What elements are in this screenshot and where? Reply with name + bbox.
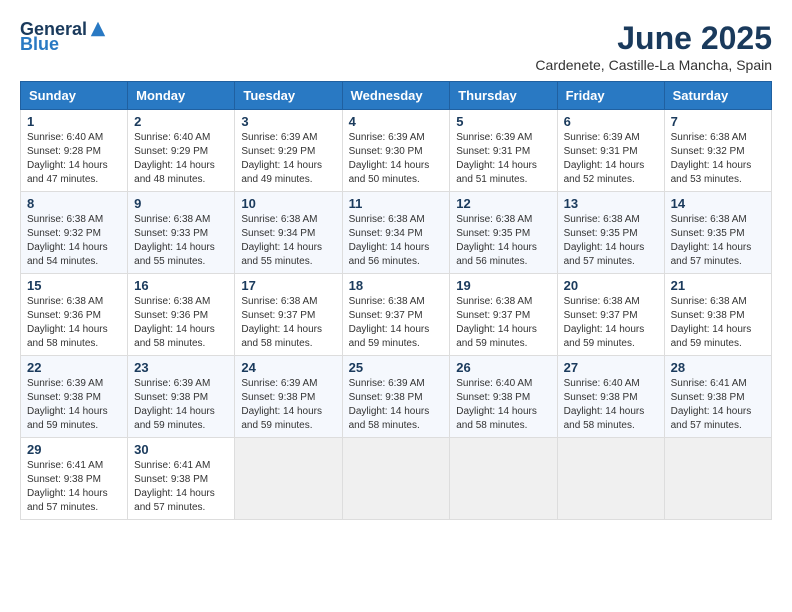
page-container: General Blue June 2025 Cardenete, Castil… [20,20,772,520]
title-section: June 2025 Cardenete, Castille-La Mancha,… [535,20,772,73]
calendar-header-row: SundayMondayTuesdayWednesdayThursdayFrid… [21,82,772,110]
calendar-day-29: 29Sunrise: 6:41 AM Sunset: 9:38 PM Dayli… [21,438,128,520]
calendar-day-8: 8Sunrise: 6:38 AM Sunset: 9:32 PM Daylig… [21,192,128,274]
calendar-day-13: 13Sunrise: 6:38 AM Sunset: 9:35 PM Dayli… [557,192,664,274]
calendar-day-16: 16Sunrise: 6:38 AM Sunset: 9:36 PM Dayli… [128,274,235,356]
calendar-day-empty [450,438,557,520]
logo: General Blue [20,20,107,55]
calendar-day-20: 20Sunrise: 6:38 AM Sunset: 9:37 PM Dayli… [557,274,664,356]
calendar-day-18: 18Sunrise: 6:38 AM Sunset: 9:37 PM Dayli… [342,274,450,356]
calendar-week-row: 8Sunrise: 6:38 AM Sunset: 9:32 PM Daylig… [21,192,772,274]
calendar-day-empty [342,438,450,520]
calendar-header-saturday: Saturday [664,82,771,110]
calendar-day-28: 28Sunrise: 6:41 AM Sunset: 9:38 PM Dayli… [664,356,771,438]
calendar-day-30: 30Sunrise: 6:41 AM Sunset: 9:38 PM Dayli… [128,438,235,520]
calendar-day-25: 25Sunrise: 6:39 AM Sunset: 9:38 PM Dayli… [342,356,450,438]
calendar-header-monday: Monday [128,82,235,110]
calendar-day-7: 7Sunrise: 6:38 AM Sunset: 9:32 PM Daylig… [664,110,771,192]
calendar-header-friday: Friday [557,82,664,110]
calendar-header-wednesday: Wednesday [342,82,450,110]
calendar-header-tuesday: Tuesday [235,82,342,110]
month-title: June 2025 [535,20,772,57]
calendar-day-26: 26Sunrise: 6:40 AM Sunset: 9:38 PM Dayli… [450,356,557,438]
header: General Blue June 2025 Cardenete, Castil… [20,20,772,73]
calendar-day-19: 19Sunrise: 6:38 AM Sunset: 9:37 PM Dayli… [450,274,557,356]
calendar-day-14: 14Sunrise: 6:38 AM Sunset: 9:35 PM Dayli… [664,192,771,274]
calendar-day-empty [664,438,771,520]
calendar-day-10: 10Sunrise: 6:38 AM Sunset: 9:34 PM Dayli… [235,192,342,274]
calendar-day-15: 15Sunrise: 6:38 AM Sunset: 9:36 PM Dayli… [21,274,128,356]
calendar-day-5: 5Sunrise: 6:39 AM Sunset: 9:31 PM Daylig… [450,110,557,192]
calendar-day-11: 11Sunrise: 6:38 AM Sunset: 9:34 PM Dayli… [342,192,450,274]
calendar-day-22: 22Sunrise: 6:39 AM Sunset: 9:38 PM Dayli… [21,356,128,438]
calendar-day-3: 3Sunrise: 6:39 AM Sunset: 9:29 PM Daylig… [235,110,342,192]
location-title: Cardenete, Castille-La Mancha, Spain [535,57,772,73]
calendar-week-row: 29Sunrise: 6:41 AM Sunset: 9:38 PM Dayli… [21,438,772,520]
calendar-week-row: 15Sunrise: 6:38 AM Sunset: 9:36 PM Dayli… [21,274,772,356]
calendar-header-sunday: Sunday [21,82,128,110]
calendar-day-21: 21Sunrise: 6:38 AM Sunset: 9:38 PM Dayli… [664,274,771,356]
calendar-day-24: 24Sunrise: 6:39 AM Sunset: 9:38 PM Dayli… [235,356,342,438]
calendar-day-empty [557,438,664,520]
calendar-day-2: 2Sunrise: 6:40 AM Sunset: 9:29 PM Daylig… [128,110,235,192]
calendar-day-1: 1Sunrise: 6:40 AM Sunset: 9:28 PM Daylig… [21,110,128,192]
calendar-day-17: 17Sunrise: 6:38 AM Sunset: 9:37 PM Dayli… [235,274,342,356]
logo-blue: Blue [20,34,59,55]
calendar-day-empty [235,438,342,520]
calendar-day-23: 23Sunrise: 6:39 AM Sunset: 9:38 PM Dayli… [128,356,235,438]
logo-icon [89,20,107,38]
calendar-body: 1Sunrise: 6:40 AM Sunset: 9:28 PM Daylig… [21,110,772,520]
calendar-day-27: 27Sunrise: 6:40 AM Sunset: 9:38 PM Dayli… [557,356,664,438]
calendar-table: SundayMondayTuesdayWednesdayThursdayFrid… [20,81,772,520]
calendar-day-6: 6Sunrise: 6:39 AM Sunset: 9:31 PM Daylig… [557,110,664,192]
calendar-day-4: 4Sunrise: 6:39 AM Sunset: 9:30 PM Daylig… [342,110,450,192]
calendar-week-row: 22Sunrise: 6:39 AM Sunset: 9:38 PM Dayli… [21,356,772,438]
calendar-header-thursday: Thursday [450,82,557,110]
calendar-day-12: 12Sunrise: 6:38 AM Sunset: 9:35 PM Dayli… [450,192,557,274]
calendar-day-9: 9Sunrise: 6:38 AM Sunset: 9:33 PM Daylig… [128,192,235,274]
calendar-week-row: 1Sunrise: 6:40 AM Sunset: 9:28 PM Daylig… [21,110,772,192]
